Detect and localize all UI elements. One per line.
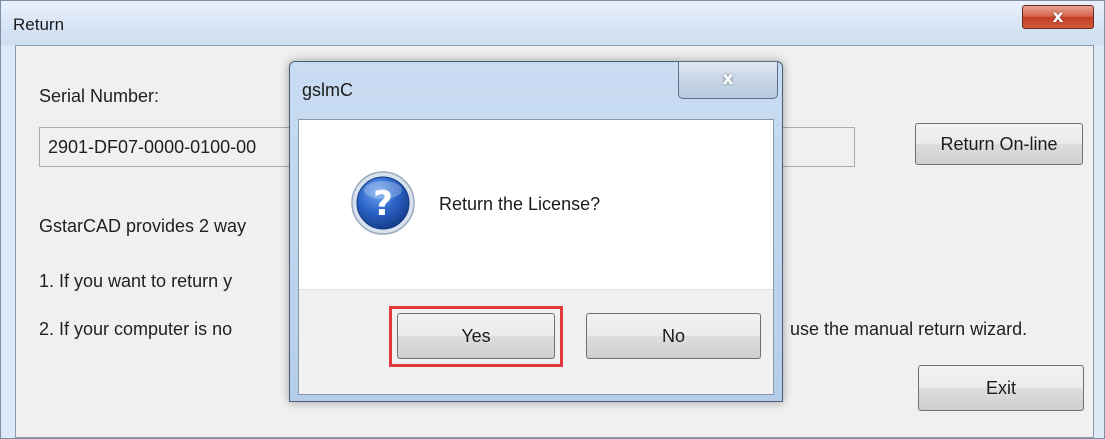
return-online-button[interactable]: Return On-line <box>915 123 1083 165</box>
serial-number-value: 2901-DF07-0000-0100-00 <box>48 137 257 157</box>
serial-number-label: Serial Number: <box>39 86 160 106</box>
gslmc-dialog-close-button[interactable]: x <box>678 61 778 99</box>
no-label: No <box>661 326 685 346</box>
dialog-message: Return the License? <box>439 194 601 214</box>
instruction-item-2-continued: use the manual return wizard. <box>790 319 1028 339</box>
yes-highlight-box <box>389 306 563 367</box>
instruction-item-1: 1. If you want to return y <box>39 271 233 291</box>
svg-text:?: ? <box>373 184 393 224</box>
gslmc-dialog-title: gslmC <box>302 80 354 100</box>
instruction-item-2: 2. If your computer is no <box>39 319 233 339</box>
return-window-close-button[interactable]: x <box>1022 5 1094 29</box>
gslmc-dialog-client: ? Return the License? Yes No <box>298 119 774 395</box>
question-icon: ? <box>351 171 415 235</box>
exit-button[interactable]: Exit <box>918 365 1084 411</box>
return-window-title: Return <box>13 15 65 34</box>
screen: Return x Serial Number: 2901-DF07-0000-0… <box>0 0 1105 439</box>
return-window-titlebar[interactable]: Return x <box>1 1 1104 45</box>
gslmc-dialog: gslmC x ? Return the License? Yes No <box>289 61 783 402</box>
info-text: GstarCAD provides 2 way <box>39 216 247 236</box>
close-icon: x <box>1052 7 1064 27</box>
exit-label: Exit <box>985 378 1016 398</box>
no-button[interactable]: No <box>586 313 761 359</box>
return-online-label: Return On-line <box>940 134 1058 154</box>
close-icon: x <box>722 69 734 89</box>
